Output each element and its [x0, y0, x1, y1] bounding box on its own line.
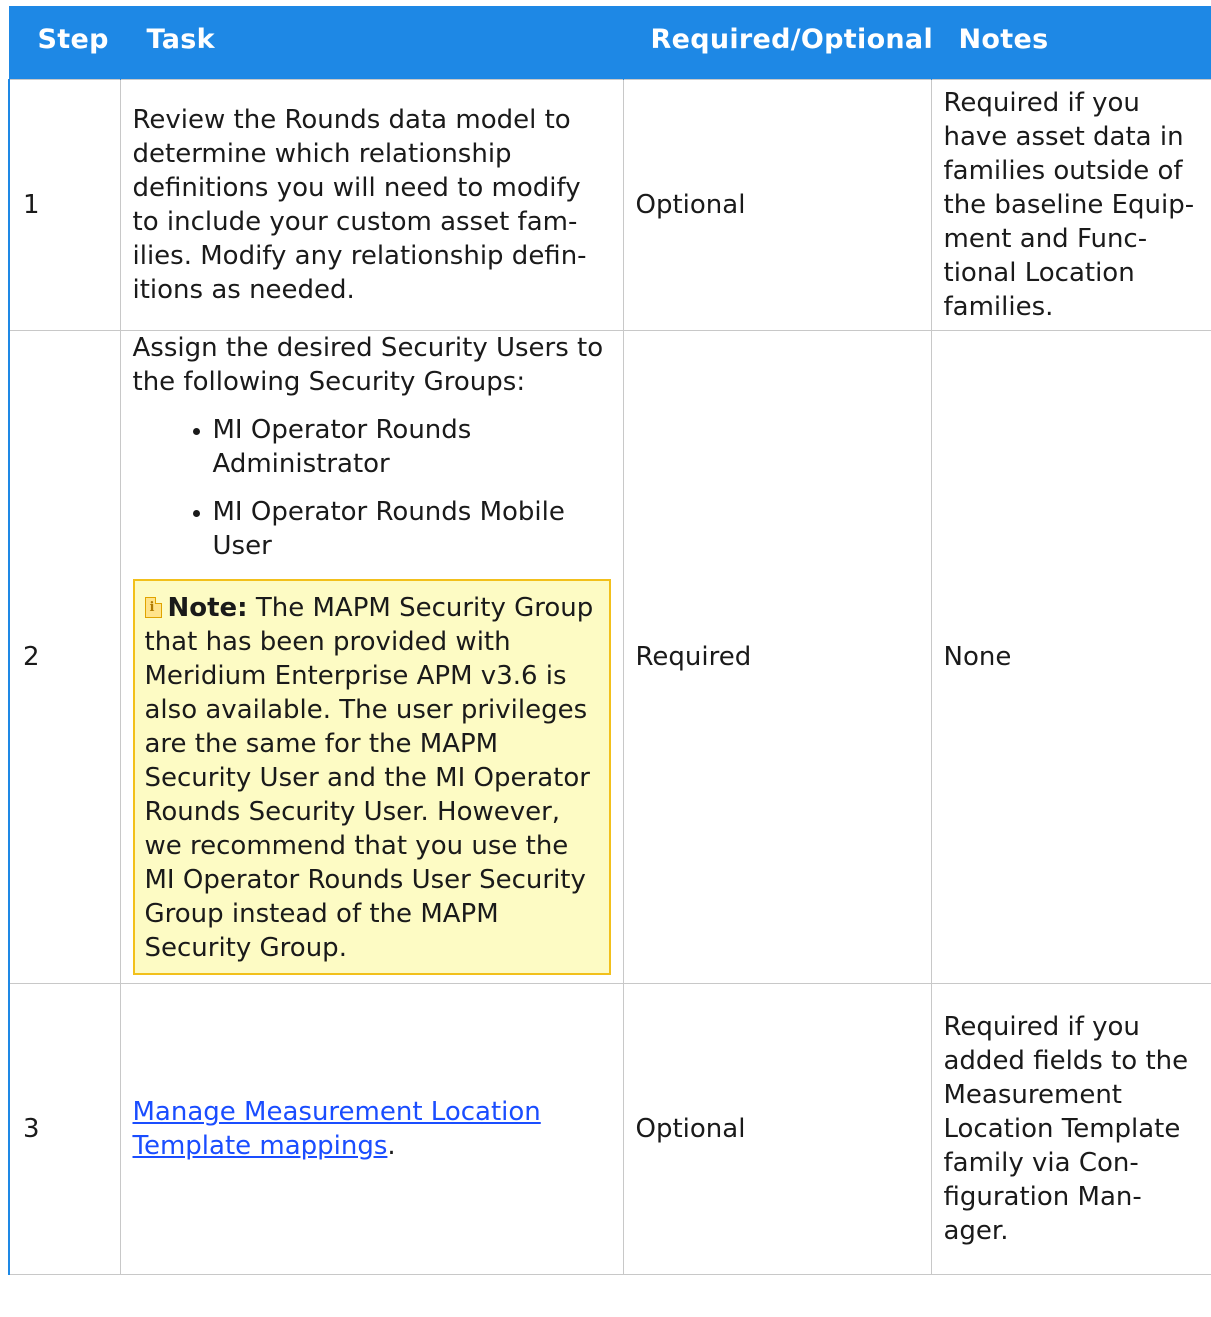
notes-cell: None — [930, 330, 1211, 984]
notes-cell: Required if you have asset data in famil… — [930, 79, 1211, 331]
task-cell: Manage Measurement Location Template map… — [119, 983, 624, 1275]
required-optional-cell: Optional — [622, 983, 932, 1275]
header-required-optional: Required/Optional — [622, 6, 933, 80]
task-cell: Assign the desired Security Users to the… — [119, 330, 624, 984]
table-row: 3 Manage Measurement Location Template m… — [8, 983, 1211, 1275]
header-step: Step — [8, 6, 120, 80]
manage-mappings-link[interactable]: Manage Measurement Location Template map… — [133, 1097, 541, 1161]
step-number: 1 — [8, 79, 121, 331]
header-notes: Notes — [930, 6, 1211, 80]
note-label: Note: — [167, 593, 248, 623]
list-item: MI Operator Rounds Mobile User — [192, 495, 611, 563]
table-row: 1 Review the Rounds data model to determ… — [8, 79, 1211, 331]
note-text: The MAPM Security Group that has been pr… — [144, 593, 594, 963]
required-optional-cell: Required — [622, 330, 932, 984]
steps-table: Step Task Required/Optional Notes 1 Revi… — [8, 6, 1211, 1275]
table-row: 2 Assign the desired Security Users to t… — [8, 330, 1211, 984]
table-header-row: Step Task Required/Optional Notes — [8, 6, 1211, 80]
note-box: i Note: The MAPM Security Group that has … — [132, 579, 611, 975]
security-groups-list: MI Operator Rounds Administrator MI Oper… — [133, 413, 611, 563]
task-text: Review the Rounds data model to determin… — [132, 105, 587, 305]
task-suffix: . — [387, 1131, 396, 1161]
note-icon: i — [144, 597, 162, 618]
list-item: MI Operator Rounds Administrator — [192, 413, 611, 481]
required-optional-cell: Optional — [622, 79, 932, 331]
step-number: 3 — [8, 983, 121, 1275]
notes-cell: Required if you added fields to the Meas… — [930, 983, 1211, 1275]
step-number: 2 — [8, 330, 121, 984]
header-task: Task — [119, 6, 623, 80]
steps-table-wrapper: Step Task Required/Optional Notes 1 Revi… — [8, 6, 1211, 1275]
task-cell: Review the Rounds data model to determin… — [119, 79, 624, 331]
task-text: Assign the desired Security Users to the… — [132, 333, 604, 397]
